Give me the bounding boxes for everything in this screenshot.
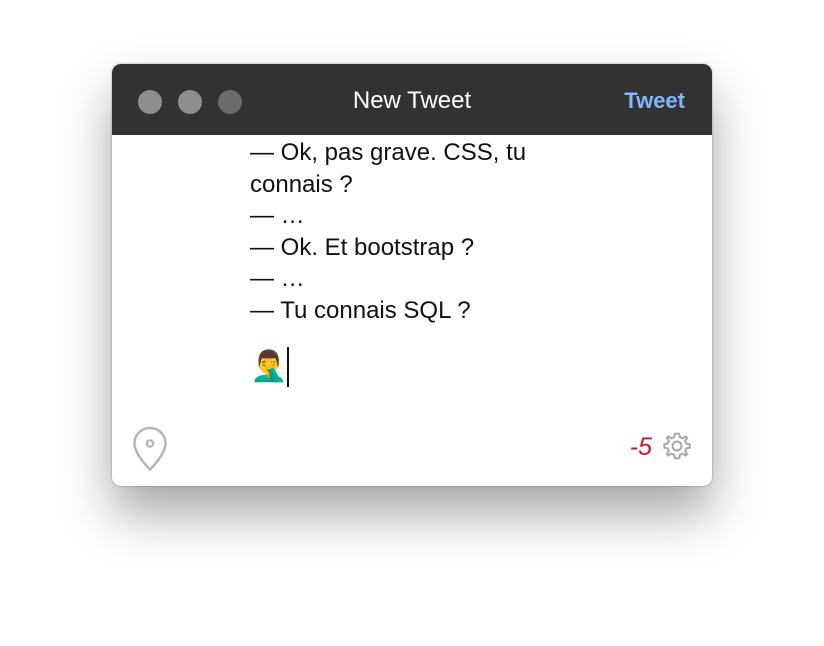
window-title: New Tweet [352, 87, 472, 114]
character-counter: -5 [629, 433, 652, 461]
new-tweet-window: New Tweet Tweet — Ok, pas grave. CSS, tu… [112, 64, 712, 486]
location-pin-icon[interactable] [132, 426, 168, 472]
text-cursor [287, 347, 290, 387]
compose-line-6: — Tu connais SQL ? [250, 296, 471, 324]
compose-line-4: — Ok. Et bootstrap ? [250, 233, 475, 261]
title-bar: New Tweet Tweet [112, 64, 712, 135]
compose-line-1: — Ok, pas grave. CSS, tu [250, 139, 527, 166]
facepalm-emoji: 🤦‍♂️ [250, 350, 288, 383]
tweet-compose-area[interactable]: — Ok, pas grave. CSS, tu connais ? — … —… [250, 137, 580, 388]
emoji-line: 🤦‍♂️ [250, 346, 580, 388]
compose-line-5: — … [250, 265, 305, 292]
compose-line-3: — … [250, 202, 305, 229]
compose-line-2: connais ? [250, 170, 353, 198]
gear-icon[interactable] [662, 431, 692, 461]
tweet-button[interactable]: Tweet [624, 87, 685, 115]
